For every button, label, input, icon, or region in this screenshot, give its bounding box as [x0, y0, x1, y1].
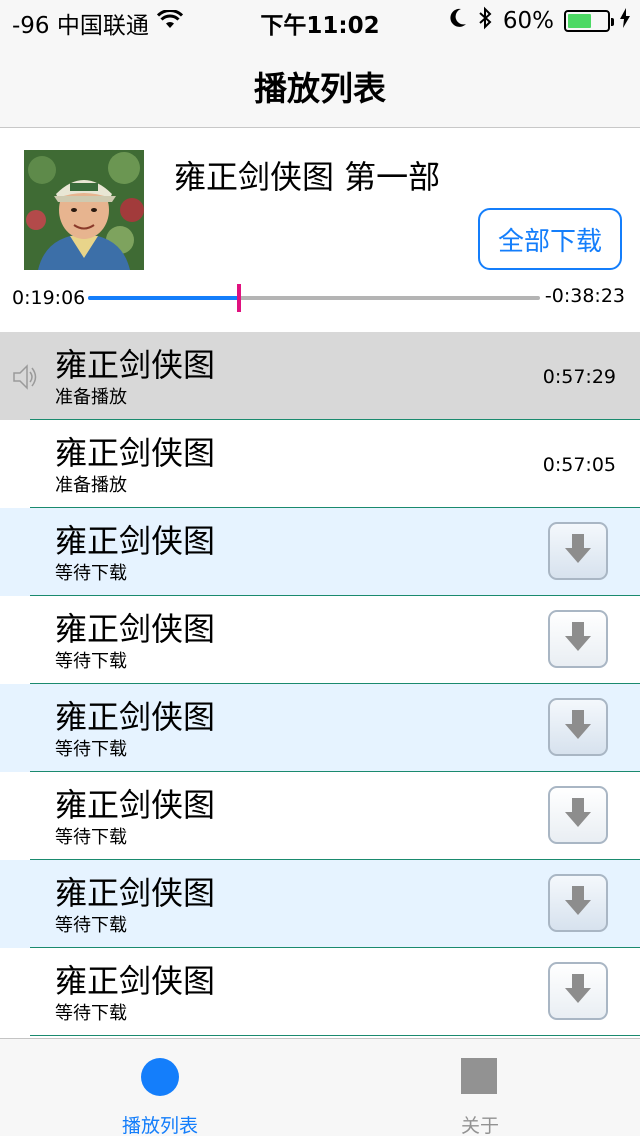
status-bar: -96 中国联通 下午11:02 60%	[0, 0, 640, 40]
track-row[interactable]: 雍正剑侠图 等待下载	[0, 596, 640, 684]
tab-playlist[interactable]: 播放列表	[0, 1039, 320, 1136]
elapsed-time: 0:19:06	[12, 287, 86, 309]
download-button[interactable]	[548, 610, 608, 668]
track-title: 雍正剑侠图	[55, 522, 216, 560]
battery-percent: 60%	[502, 8, 554, 34]
circle-icon	[140, 1057, 180, 1101]
track-row[interactable]: 雍正剑侠图准备播放 0:57:29	[0, 332, 640, 420]
track-title: 雍正剑侠图	[55, 786, 216, 824]
tab-about[interactable]: 关于	[320, 1039, 640, 1136]
download-arrow-icon	[563, 708, 593, 746]
track-row[interactable]: 雍正剑侠图 等待下载	[0, 772, 640, 860]
page-title: 播放列表	[254, 69, 386, 108]
status-right: 60%	[449, 6, 630, 36]
track-status: 准备播放	[55, 475, 127, 496]
download-button[interactable]	[548, 786, 608, 844]
album-cover	[24, 150, 144, 270]
track-row[interactable]: 雍正剑侠图 等待下载	[0, 684, 640, 772]
download-button[interactable]	[548, 962, 608, 1020]
progress-thumb[interactable]	[236, 284, 241, 312]
bluetooth-icon	[477, 6, 493, 36]
progress-slider[interactable]	[88, 284, 540, 312]
download-button[interactable]	[548, 522, 608, 580]
track-list: 雍正剑侠图 准备播放 0:57:29 雍正剑侠图 准备播放 0:57:05 雍正剑侠图 等待下…	[0, 332, 640, 1036]
tab-label: 播放列表	[121, 1115, 198, 1136]
progress-played	[88, 296, 239, 300]
moon-icon	[449, 8, 467, 34]
track-title: 雍正剑侠图	[55, 874, 216, 912]
speaker-icon	[12, 362, 38, 396]
album-title: 雍正剑侠图 第一部	[174, 158, 441, 196]
track-status: 等待下载	[55, 651, 127, 672]
track-status: 准备播放	[55, 387, 127, 408]
track-title: 雍正剑侠图	[55, 610, 216, 648]
download-arrow-icon	[563, 796, 593, 834]
tab-bar: 播放列表 关于	[0, 1038, 640, 1136]
now-playing-header: 雍正剑侠图 第一部 全部下载 0:19:06 -0:38:23	[0, 128, 640, 332]
track-duration: 0:57:05	[542, 454, 616, 476]
tab-label: 关于	[460, 1115, 499, 1136]
track-status: 等待下载	[55, 739, 127, 760]
square-icon	[460, 1057, 498, 1099]
track-title: 雍正剑侠图	[55, 346, 216, 384]
download-arrow-icon	[563, 620, 593, 658]
track-title: 雍正剑侠图	[55, 698, 216, 736]
track-title: 雍正剑侠图	[55, 434, 216, 472]
remaining-time: -0:38:23	[544, 285, 625, 307]
track-title: 雍正剑侠图	[55, 962, 216, 1000]
track-status: 等待下载	[55, 827, 127, 848]
track-status: 等待下载	[55, 563, 127, 584]
download-arrow-icon	[563, 884, 593, 922]
download-button[interactable]	[548, 874, 608, 932]
download-button[interactable]	[548, 698, 608, 756]
track-status: 等待下载	[55, 915, 127, 936]
navigation-bar: 播放列表	[0, 40, 640, 128]
download-arrow-icon	[563, 532, 593, 570]
track-duration: 0:57:29	[542, 366, 616, 388]
track-row[interactable]: 雍正剑侠图 等待下载	[0, 948, 640, 1036]
charging-icon	[620, 8, 630, 34]
track-row[interactable]: 雍正剑侠图 等待下载	[0, 508, 640, 596]
track-row[interactable]: 雍正剑侠图 等待下载	[0, 860, 640, 948]
download-all-button[interactable]: 全部下载	[478, 208, 622, 270]
row-divider	[30, 1035, 640, 1036]
track-status: 等待下载	[55, 1003, 127, 1024]
download-arrow-icon	[563, 972, 593, 1010]
battery-level	[568, 14, 591, 28]
track-row[interactable]: 雍正剑侠图准备播放 0:57:05	[0, 420, 640, 508]
battery-icon	[564, 10, 614, 32]
